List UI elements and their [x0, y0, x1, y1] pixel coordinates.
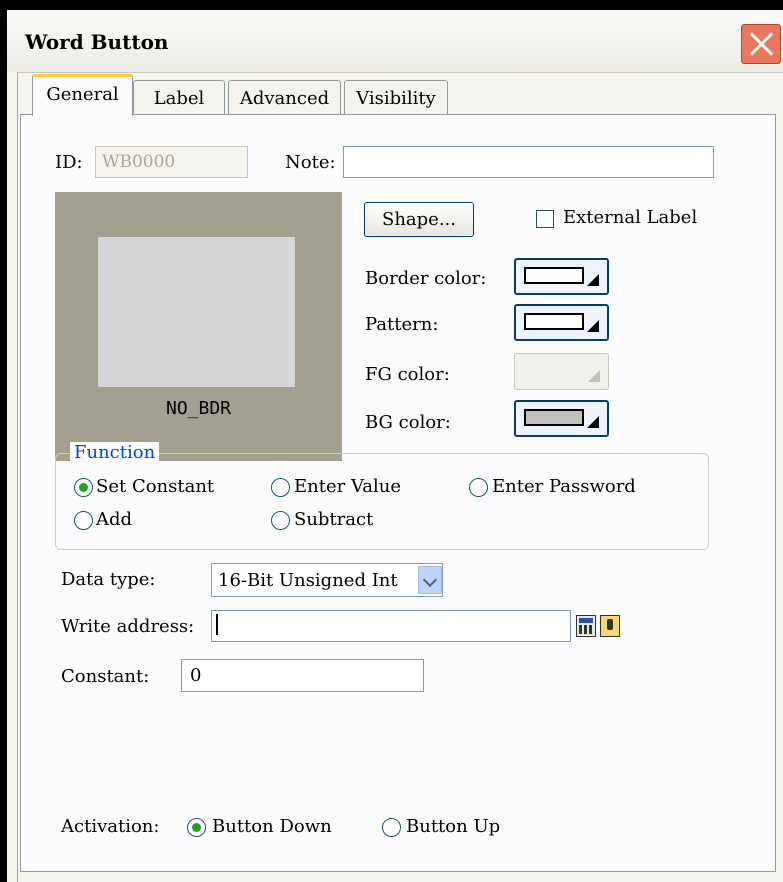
subtract-radio[interactable] [271, 511, 290, 530]
pattern-swatch [524, 313, 584, 330]
bg-color-label: BG color: [365, 412, 451, 433]
bg-color-swatch [524, 409, 584, 426]
note-label: Note: [285, 152, 336, 173]
note-field[interactable] [343, 146, 714, 178]
data-type-select[interactable]: 16-Bit Unsigned Int [211, 563, 443, 597]
tab-visibility[interactable]: Visibility [344, 80, 448, 114]
function-group [55, 453, 709, 550]
fg-color-label: FG color: [365, 364, 450, 385]
button-up-radio[interactable] [382, 818, 401, 837]
dropdown-arrow-icon [587, 320, 599, 332]
dropdown-arrow-icon [588, 370, 600, 382]
constant-label: Constant: [61, 666, 150, 687]
activation-label: Activation: [61, 816, 160, 837]
text-cursor [216, 614, 218, 635]
border-color-picker[interactable] [514, 258, 609, 295]
add-label: Add [96, 509, 133, 530]
enter-password-radio[interactable] [469, 478, 488, 497]
dropdown-arrow-icon [587, 274, 599, 286]
id-label: ID: [55, 152, 83, 173]
set-constant-label: Set Constant [96, 476, 215, 497]
constant-input[interactable]: 0 [181, 659, 424, 692]
tab-label[interactable]: Label [133, 80, 225, 114]
fg-color-picker [514, 353, 609, 390]
pattern-picker[interactable] [514, 304, 609, 341]
subtract-label: Subtract [294, 509, 374, 530]
tab-general[interactable]: General [32, 74, 133, 116]
close-icon[interactable] [741, 24, 781, 64]
border-color-label: Border color: [365, 268, 487, 289]
button-down-label: Button Down [212, 816, 332, 837]
window-border [7, 72, 18, 882]
function-legend: Function [70, 442, 160, 463]
id-field: WB0000 [95, 146, 248, 178]
external-label-checkbox[interactable] [536, 210, 554, 228]
address-lookup-icon[interactable] [600, 615, 620, 637]
tab-advanced[interactable]: Advanced [228, 80, 341, 114]
write-address-label: Write address: [61, 616, 195, 637]
set-constant-radio[interactable] [74, 478, 93, 497]
enter-value-radio[interactable] [271, 478, 290, 497]
shape-button[interactable]: Shape... [364, 202, 474, 237]
enter-password-label: Enter Password [492, 476, 636, 497]
button-up-label: Button Up [406, 816, 501, 837]
chevron-down-icon[interactable] [418, 566, 442, 594]
preview-shape-name: NO_BDR [165, 398, 232, 419]
title-bar: Word Button [7, 10, 783, 73]
bg-color-picker[interactable] [514, 400, 609, 437]
border-color-swatch [524, 267, 584, 284]
window-title: Word Button [25, 30, 169, 54]
data-type-label: Data type: [61, 569, 156, 590]
data-type-value: 16-Bit Unsigned Int [218, 570, 398, 591]
preview-button-face [98, 237, 295, 387]
add-radio[interactable] [74, 511, 93, 530]
external-label-text: External Label [563, 207, 698, 228]
keypad-icon[interactable] [576, 615, 596, 637]
button-down-radio[interactable] [187, 818, 206, 837]
dropdown-arrow-icon [587, 416, 599, 428]
write-address-input[interactable] [211, 610, 571, 642]
enter-value-label: Enter Value [294, 476, 402, 497]
shape-preview: NO_BDR [55, 192, 342, 461]
pattern-label: Pattern: [365, 314, 439, 335]
